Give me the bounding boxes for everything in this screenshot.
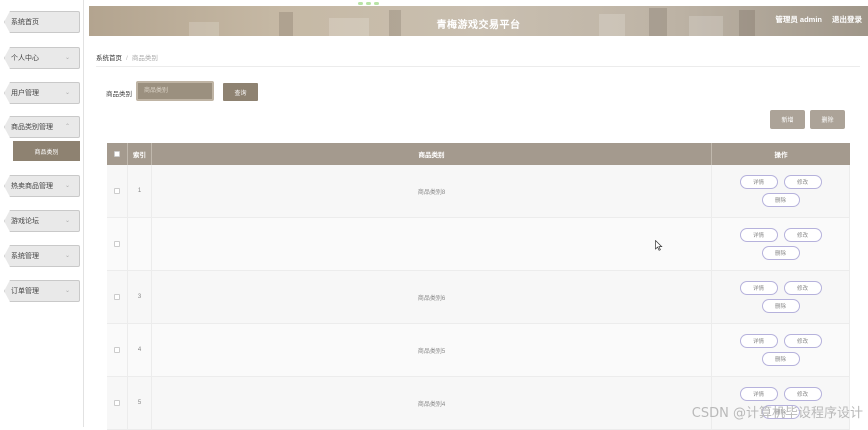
header-category: 商品类别	[152, 143, 712, 165]
sidebar-item-forum[interactable]: 游戏论坛 ⌄	[4, 210, 80, 232]
sidebar-item-orders[interactable]: 订单管理 ⌄	[4, 280, 80, 302]
detail-button[interactable]: 详情	[739, 175, 778, 189]
sidebar: 系统首页 个人中心 ⌄ 用户管理 ⌄ 商品类别管理 ⌃ 商品类别 热卖商品管理 …	[0, 0, 84, 427]
row-checkbox-cell	[107, 218, 128, 270]
sidebar-item-label: 个人中心	[11, 55, 39, 62]
row-category: 商品类别8	[152, 165, 712, 217]
table-row: 3 商品类别6 详情 修改 删除	[107, 271, 850, 324]
sidebar-item-label: 订单管理	[11, 288, 39, 295]
row-ops: 详情 修改 删除	[712, 324, 850, 376]
row-index	[128, 218, 152, 270]
breadcrumb: 系统首页 / 商品类别	[96, 52, 158, 62]
row-checkbox-cell	[107, 324, 128, 376]
search-label: 商品类别	[106, 91, 132, 98]
edit-button[interactable]: 修改	[783, 175, 822, 189]
detail-button[interactable]: 详情	[739, 334, 778, 348]
row-checkbox-cell	[107, 165, 128, 217]
sidebar-item-label: 商品类别管理	[11, 124, 53, 131]
add-button[interactable]: 新增	[770, 110, 805, 129]
sidebar-item-label: 热卖商品管理	[11, 183, 53, 190]
table-row: 1 商品类别8 详情 修改 删除	[107, 165, 850, 218]
category-table: 索引 商品类别 操作 1 商品类别8 详情 修改 删除 详情 修改 删除 3 商…	[107, 143, 850, 430]
row-checkbox[interactable]	[114, 347, 120, 353]
chevron-down-icon: ⌄	[64, 90, 70, 96]
mouse-cursor-icon	[655, 240, 663, 251]
table-header: 索引 商品类别 操作	[107, 143, 850, 165]
search-input[interactable]	[136, 81, 214, 101]
row-checkbox[interactable]	[114, 188, 120, 194]
submenu-item-label: 商品类别	[34, 149, 59, 156]
edit-button[interactable]: 修改	[783, 228, 822, 242]
detail-button[interactable]: 详情	[739, 387, 778, 401]
logout-link[interactable]: 退出登录	[832, 14, 862, 25]
sidebar-item-system[interactable]: 系统管理 ⌄	[4, 245, 80, 267]
page-title: 青梅游戏交易平台	[436, 20, 521, 31]
row-category: 商品类别6	[152, 271, 712, 323]
row-index: 3	[128, 271, 152, 323]
header-ops: 操作	[774, 152, 788, 159]
row-ops: 详情 修改 删除	[712, 271, 850, 323]
edit-button[interactable]: 修改	[783, 387, 822, 401]
row-index: 5	[128, 377, 152, 429]
header-banner: 青梅游戏交易平台 管理员 admin 退出登录	[89, 6, 868, 36]
chevron-down-icon: ⌄	[64, 253, 70, 259]
row-category	[152, 218, 712, 270]
sidebar-item-profile[interactable]: 个人中心 ⌄	[4, 47, 80, 69]
top-indicator	[358, 0, 398, 5]
sidebar-item-label: 系统管理	[11, 253, 39, 260]
sidebar-item-hot-products[interactable]: 热卖商品管理 ⌄	[4, 175, 80, 197]
row-index: 4	[128, 324, 152, 376]
edit-button[interactable]: 修改	[783, 281, 822, 295]
row-ops: 详情 修改 删除	[712, 165, 850, 217]
row-index: 1	[128, 165, 152, 217]
sidebar-item-home[interactable]: 系统首页	[4, 11, 80, 33]
search-button[interactable]: 查询	[223, 83, 258, 101]
row-checkbox[interactable]	[114, 241, 120, 247]
divider	[96, 66, 860, 67]
header-checkbox-cell	[107, 143, 128, 165]
sidebar-item-users[interactable]: 用户管理 ⌄	[4, 82, 80, 104]
select-all-checkbox[interactable]	[114, 151, 120, 157]
row-checkbox[interactable]	[114, 400, 120, 406]
edit-button[interactable]: 修改	[783, 334, 822, 348]
row-ops: 详情 修改 删除	[712, 218, 850, 270]
sidebar-item-category-mgmt[interactable]: 商品类别管理 ⌃	[4, 116, 80, 138]
sidebar-item-label: 游戏论坛	[11, 218, 39, 225]
breadcrumb-current: 商品类别	[131, 55, 158, 62]
delete-button[interactable]: 删除	[761, 193, 800, 207]
admin-user-label: 管理员 admin	[775, 15, 822, 24]
row-checkbox-cell	[107, 271, 128, 323]
delete-button[interactable]: 删除	[761, 352, 800, 366]
header-index: 索引	[128, 143, 152, 165]
detail-button[interactable]: 详情	[739, 228, 778, 242]
batch-delete-button[interactable]: 删除	[810, 110, 845, 129]
chevron-down-icon: ⌄	[64, 288, 70, 294]
delete-button[interactable]: 删除	[761, 246, 800, 260]
row-category: 商品类别4	[152, 377, 712, 429]
watermark: CSDN @计算机毕设程序设计	[691, 406, 863, 421]
row-category: 商品类别5	[152, 324, 712, 376]
chevron-down-icon: ⌄	[64, 55, 70, 61]
breadcrumb-home[interactable]: 系统首页	[96, 55, 122, 62]
detail-button[interactable]: 详情	[739, 281, 778, 295]
table-row: 4 商品类别5 详情 修改 删除	[107, 324, 850, 377]
chevron-down-icon: ⌄	[64, 183, 70, 189]
chevron-down-icon: ⌄	[64, 218, 70, 224]
row-checkbox[interactable]	[114, 294, 120, 300]
table-row: 详情 修改 删除	[107, 218, 850, 271]
submenu-item-category[interactable]: 商品类别	[13, 141, 80, 161]
chevron-up-icon: ⌃	[64, 124, 70, 130]
breadcrumb-separator: /	[126, 55, 128, 62]
sidebar-item-label: 系统首页	[11, 19, 39, 26]
row-checkbox-cell	[107, 377, 128, 429]
sidebar-item-label: 用户管理	[11, 90, 39, 97]
delete-button[interactable]: 删除	[761, 299, 800, 313]
